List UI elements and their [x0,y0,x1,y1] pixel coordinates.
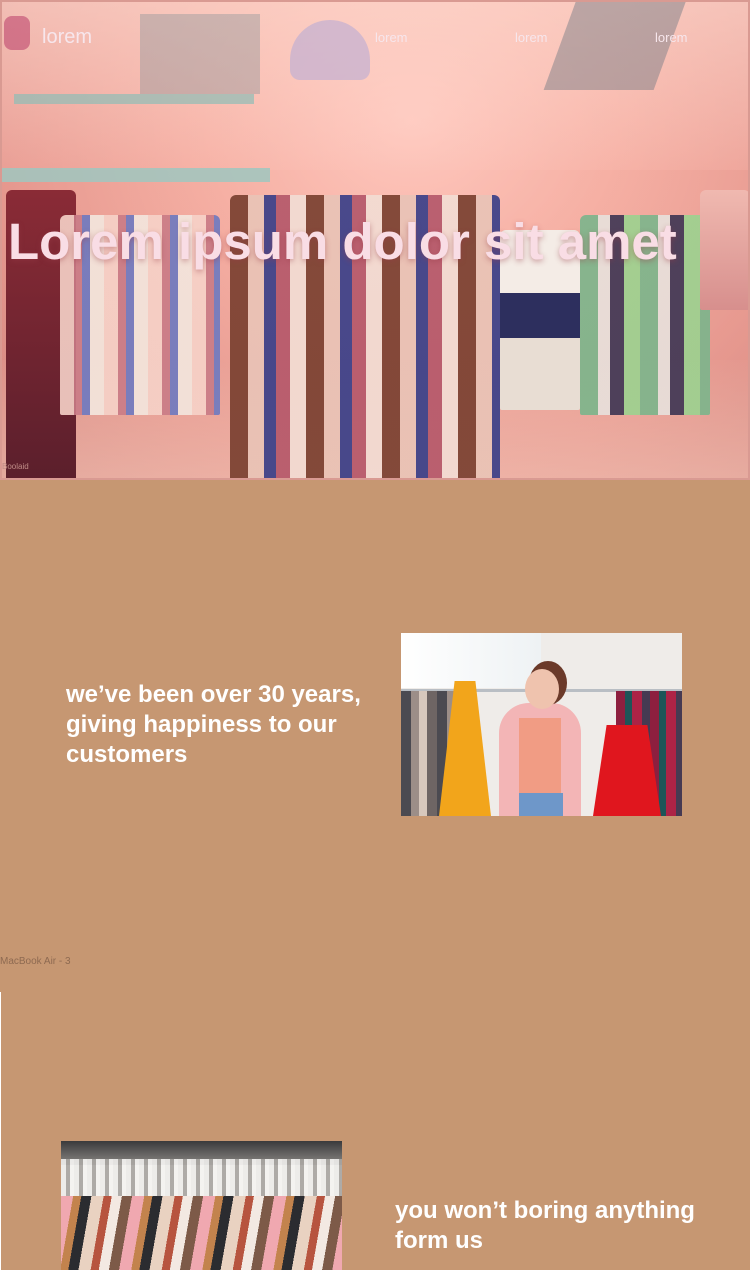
nav-link-3[interactable]: lorem [655,30,688,45]
logo[interactable]: lorem [42,26,92,49]
window [401,633,541,688]
clothes-hangers-photo [61,1141,342,1270]
frame-label: MacBook Air - 3 [0,956,71,967]
hero-section: lorem lorem lorem lorem Lorem ipsum dolo… [0,0,750,480]
woman-top [519,718,561,793]
nav-link-2[interactable]: lorem [515,30,548,45]
hanger-hooks [61,1159,342,1199]
logo-icon [4,16,30,50]
about-text: we’ve been over 30 years, giving happine… [66,681,361,768]
nav-link-1[interactable]: lorem [375,30,408,45]
woman-jeans [519,793,563,816]
promise-text: you won’t boring anything form us [395,1197,695,1254]
hero-title: Lorem ipsum dolor sit amet [8,213,677,270]
hero-caption: Boolaid [2,462,29,471]
woman-shopping-photo [401,633,682,816]
frame-edge [0,992,1,1270]
hanging-clothes [61,1196,342,1270]
woman-head [525,669,559,709]
